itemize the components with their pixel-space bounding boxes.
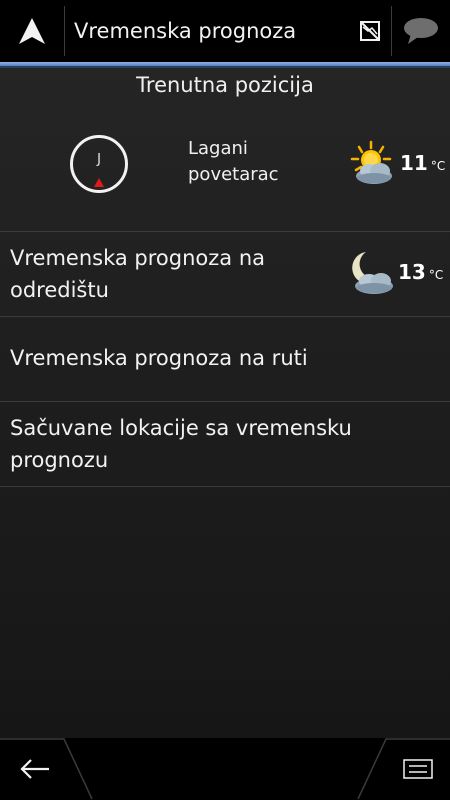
wind-line-1: Lagani (188, 138, 248, 159)
list-item-label: Sačuvane lokacije sa vremensku prognozu (10, 412, 352, 476)
list-item-label-line-2: prognozu (10, 448, 109, 472)
navigation-arrow-icon (19, 18, 45, 44)
back-arrow-icon (20, 759, 49, 779)
back-button[interactable] (0, 738, 70, 800)
list-item-label-line-1: Vremenska prognoza na (10, 246, 266, 270)
compass-pointer-icon (94, 178, 104, 187)
header-bar: Vremenska prognoza (0, 0, 450, 62)
list-item-destination-forecast[interactable]: Vremenska prognoza na odredištu 13 °C (0, 232, 450, 316)
list-item-label: Vremenska prognoza na odredištu (10, 242, 265, 306)
menu-icon (403, 759, 433, 779)
list-item-label-line-1: Sačuvane lokacije sa vremensku (10, 416, 352, 440)
weather-content: Trenutna pozicija J Lagani povetarac 11 … (0, 68, 450, 738)
destination-temperature: 13 °C (398, 260, 443, 284)
compass-direction: J (97, 152, 101, 167)
footer-bar (0, 738, 450, 800)
current-weather-card[interactable]: J Lagani povetarac 11 °C (0, 108, 450, 230)
temperature-unit: °C (428, 268, 444, 282)
list-item-label: Vremenska prognoza na ruti (10, 346, 308, 370)
current-position-heading: Trenutna pozicija (136, 73, 314, 97)
navigation-button[interactable] (0, 0, 64, 62)
list-item-label-line-2: odredištu (10, 278, 109, 302)
message-icon (404, 18, 438, 44)
list-divider (0, 486, 450, 487)
list-item-route-forecast[interactable]: Vremenska prognoza na ruti (0, 317, 450, 401)
current-temperature: 11 °C (400, 151, 445, 175)
map-toggle-button[interactable] (350, 0, 390, 62)
header-divider (64, 6, 65, 56)
wind-line-2: povetarac (188, 164, 279, 185)
partly-cloudy-sun-icon (350, 140, 392, 184)
wind-description: Lagani povetarac (188, 136, 279, 188)
menu-button[interactable] (386, 738, 450, 800)
temperature-value: 13 (398, 260, 426, 284)
temperature-value: 11 (400, 151, 428, 175)
map-off-icon (360, 21, 380, 41)
cloud-moon-icon (352, 252, 393, 294)
page-title: Vremenska prognoza (74, 19, 297, 43)
temperature-unit: °C (430, 159, 446, 173)
messages-button[interactable] (392, 0, 450, 62)
list-item-saved-locations[interactable]: Sačuvane lokacije sa vremensku prognozu (0, 402, 450, 486)
wind-compass: J (70, 135, 128, 193)
